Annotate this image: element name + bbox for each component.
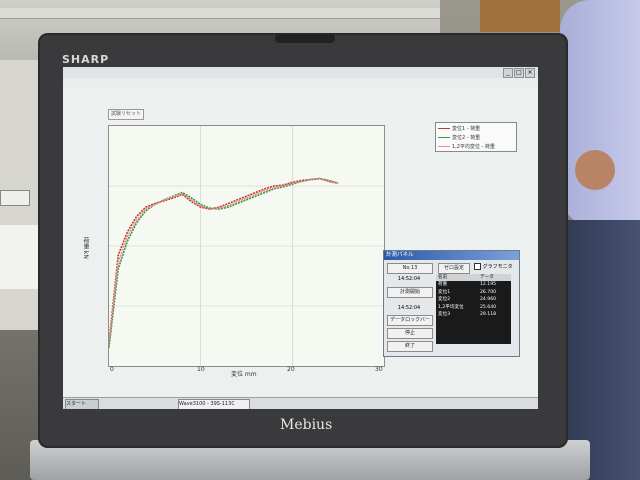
table-row[interactable]: 変位3 29.118	[436, 311, 511, 318]
start-button[interactable]: スタート	[65, 399, 99, 409]
laptop-model: Mebius	[280, 417, 333, 433]
start-measure-button[interactable]: 計測開始	[387, 287, 433, 298]
table-row[interactable]: 変位2 24.960	[436, 296, 511, 303]
table-cell: 12.195	[480, 282, 497, 288]
exit-button[interactable]: 終了	[387, 341, 433, 352]
stop-button[interactable]: 停止	[387, 328, 433, 339]
table-cell: 1,2平均変位	[438, 304, 464, 310]
legend-swatch	[438, 136, 450, 138]
wall-sticker	[0, 190, 30, 206]
table-header: 名前 データ	[436, 274, 511, 282]
chart-x-axis-label: 変位 mm	[231, 371, 257, 378]
chart-y-axis-label: 荷重 kN	[82, 237, 89, 259]
laptop-screen: _ □ × 試験リセット 荷重 kN 変位 mm 0 10 20 30 変位1 …	[63, 67, 538, 409]
maximize-icon[interactable]: □	[514, 68, 524, 78]
x-tick-label: 10	[197, 366, 205, 373]
legend-label: 1,2平均変位 - 荷重	[452, 143, 495, 150]
table-header-cell: 名前	[438, 275, 448, 280]
x-tick-label: 30	[375, 366, 383, 373]
table-cell: 26.700	[480, 289, 497, 295]
table-cell: 25.640	[480, 304, 497, 310]
legend-label: 変位1 - 荷重	[452, 125, 481, 132]
series-line	[108, 177, 339, 348]
table-cell: 荷重	[438, 282, 448, 288]
table-cell: 24.960	[480, 297, 497, 303]
chart-legend: 変位1 - 荷重 変位2 - 荷重 1,2平均変位 - 荷重	[435, 122, 517, 152]
graph-monitor-checkbox[interactable]: グラフモニタ	[474, 263, 518, 272]
window-menubar	[63, 78, 538, 88]
table-row[interactable]: 1,2平均変位 25.640	[436, 304, 511, 311]
legend-entry: 変位1 - 荷重	[438, 124, 480, 132]
x-tick-label: 20	[287, 366, 295, 373]
table-cell: 変位3	[438, 312, 451, 317]
machine-panel-stripe	[0, 8, 440, 19]
table-row[interactable]: 変位1 26.700	[436, 289, 511, 296]
table-cell: 29.118	[480, 312, 497, 317]
test-number-field[interactable]: No.13	[387, 263, 433, 274]
person-shirt	[560, 0, 640, 230]
series-line	[108, 177, 339, 346]
table-cell: 変位2	[438, 297, 451, 303]
legend-label: 変位2 - 荷重	[452, 134, 481, 141]
legend-entry: 1,2平均変位 - 荷重	[438, 142, 495, 150]
data-lock-button[interactable]: データロックバー	[387, 315, 433, 326]
time-display: 14:52:04	[397, 276, 421, 282]
zero-set-button[interactable]: ゼロ設定	[438, 263, 470, 274]
taskbar: スタート Wave3100 - 39S-113C	[63, 397, 538, 409]
close-icon[interactable]: ×	[525, 68, 535, 78]
wooden-shelf	[480, 0, 560, 32]
chart-svg	[108, 126, 384, 366]
test-reset-button[interactable]: 試験リセット	[108, 109, 144, 120]
panel-title: 計測パネル	[384, 251, 519, 260]
series-line	[108, 177, 339, 343]
webcam-icon	[275, 34, 335, 43]
legend-swatch	[438, 127, 450, 129]
minimize-icon[interactable]: _	[503, 68, 513, 78]
checkbox-label: グラフモニタ	[482, 264, 513, 270]
legend-entry: 変位2 - 荷重	[438, 133, 480, 141]
x-tick-label: 0	[110, 366, 114, 373]
checkbox-icon[interactable]	[474, 263, 481, 270]
table-row[interactable]: 荷重 12.195	[436, 281, 511, 288]
legend-swatch	[438, 145, 450, 147]
person-hand	[575, 150, 615, 190]
data-table: 名前 データ 荷重 12.195 変位1 26.700 変位2 24.960 1…	[436, 274, 511, 344]
table-header-cell: データ	[480, 275, 494, 280]
measurement-panel: 計測パネル No.13 ゼロ設定 グラフモニタ 14:52:04 計測開始 14…	[383, 250, 520, 357]
load-displacement-chart	[108, 125, 385, 367]
table-cell: 変位1	[438, 289, 451, 295]
laptop-brand: SHARP	[62, 53, 110, 66]
time-display: 14:52:04	[397, 305, 421, 311]
taskbar-app-button[interactable]: Wave3100 - 39S-113C	[178, 399, 250, 409]
